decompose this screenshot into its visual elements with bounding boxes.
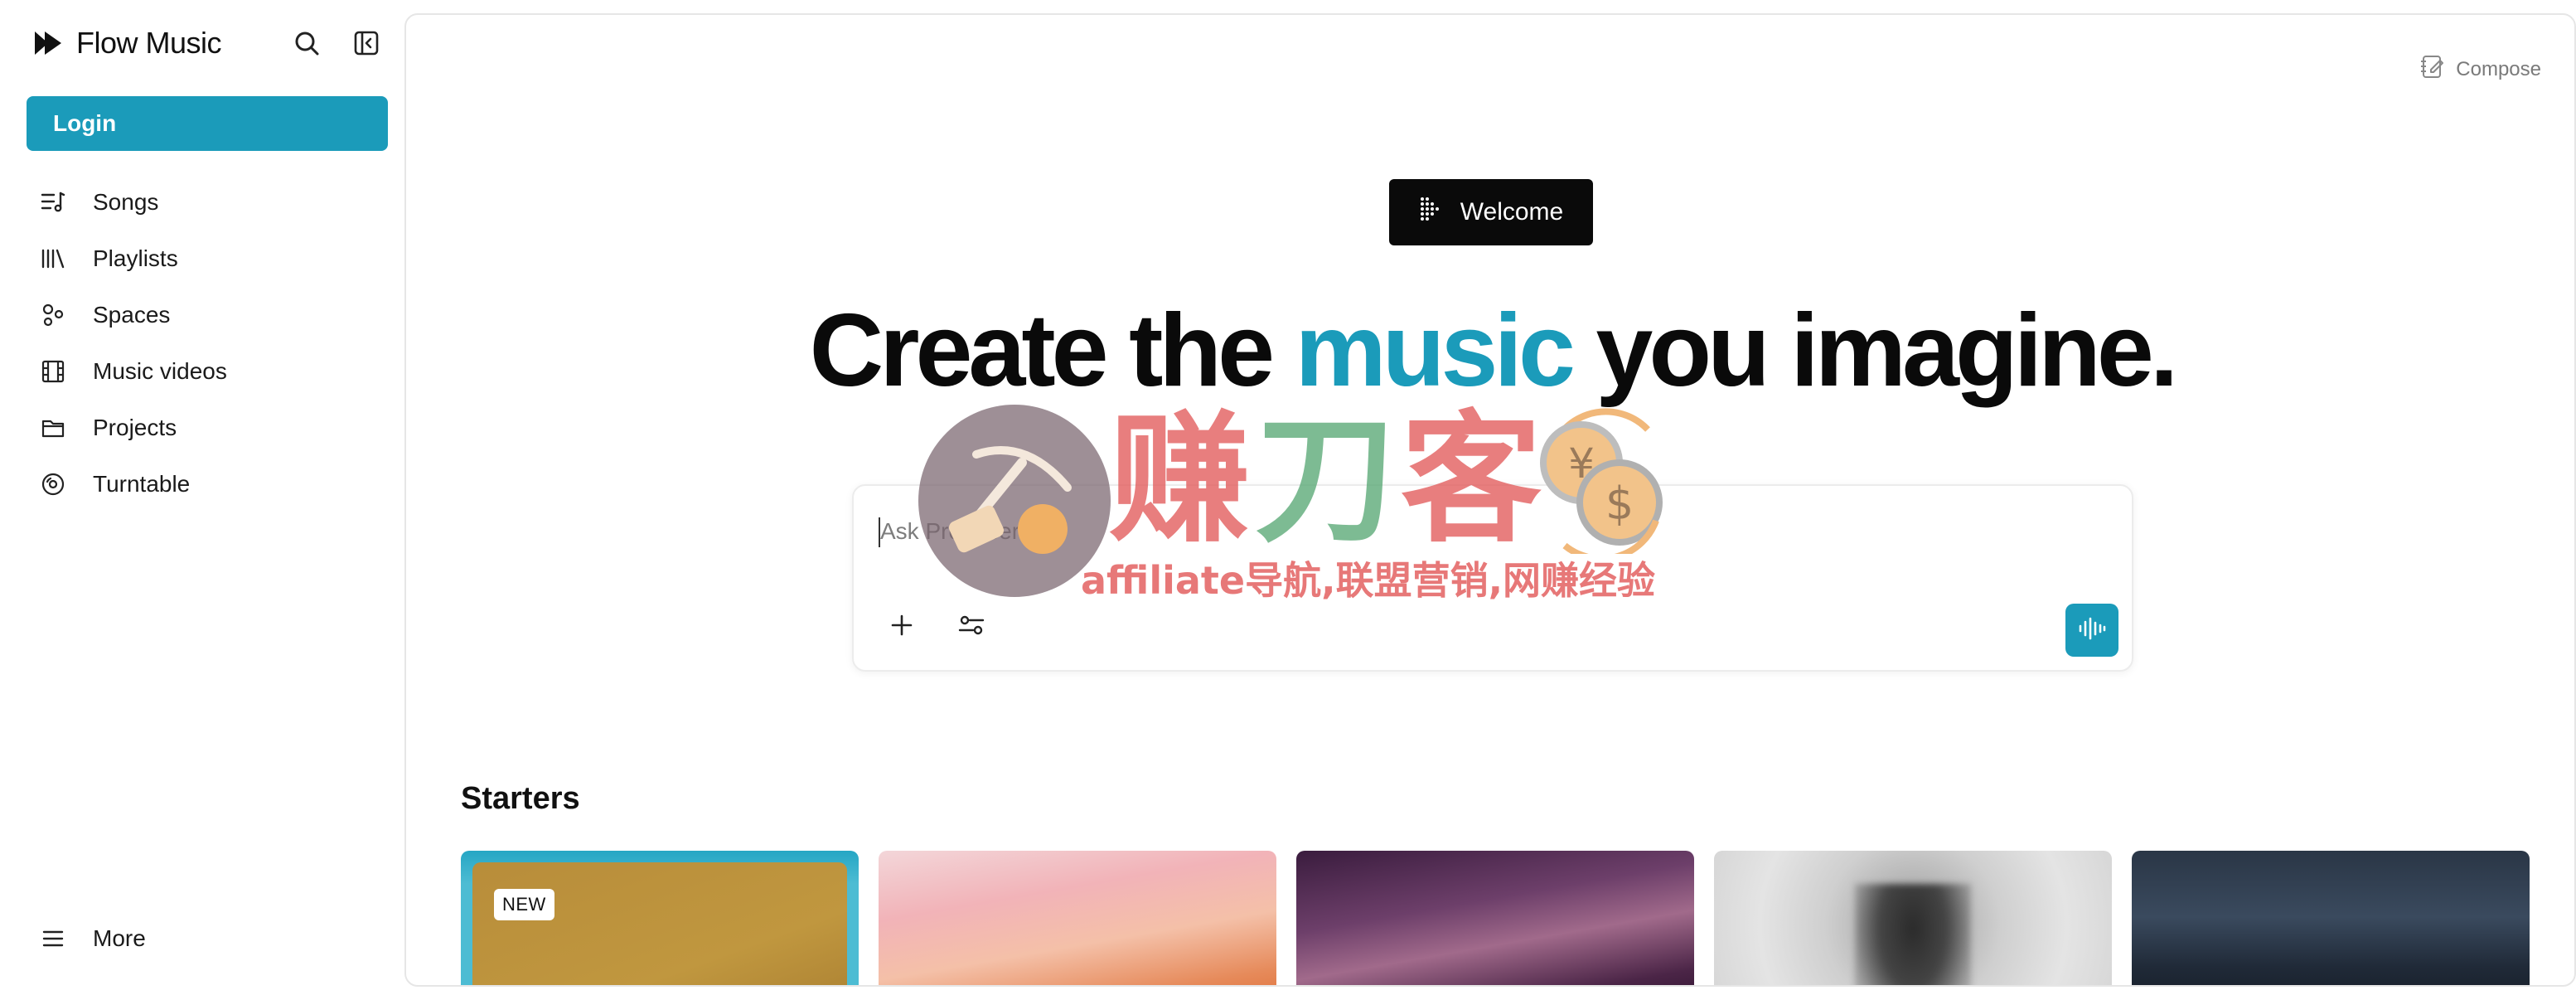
starter-card[interactable]: NEW (461, 851, 859, 985)
starters-title: Starters (461, 781, 580, 816)
compose-label: Compose (2456, 57, 2541, 80)
starter-card[interactable] (879, 851, 1276, 985)
card-artwork (472, 862, 847, 985)
sidebar-item-playlists[interactable]: Playlists (27, 231, 388, 287)
sidebar-item-label: Turntable (93, 471, 191, 497)
more-label: More (93, 925, 146, 951)
prompt-box (852, 484, 2133, 672)
starter-cards: NEW (461, 851, 2530, 985)
sidebar-item-projects[interactable]: Projects (27, 400, 388, 456)
brand-name[interactable]: Flow Music (76, 26, 222, 61)
voice-input-button[interactable] (2065, 604, 2118, 657)
sidebar-item-label: Music videos (93, 358, 227, 384)
login-button[interactable]: Login (27, 96, 388, 151)
dotted-play-icon (1419, 196, 1445, 229)
compose-icon (2419, 53, 2446, 85)
sidebar: Flow Music Login Songs Playlists Spaces … (0, 0, 403, 995)
sidebar-item-music-videos[interactable]: Music videos (27, 343, 388, 400)
main-panel: Compose Welcome Create the music you ima… (404, 13, 2576, 987)
collapse-sidebar-icon[interactable] (351, 28, 381, 58)
starter-card[interactable] (1296, 851, 1694, 985)
library-icon (40, 245, 66, 272)
hero-title-pre: Create the (809, 294, 1295, 408)
sidebar-item-label: Playlists (93, 245, 178, 271)
film-icon (40, 358, 66, 385)
card-artwork-figure (1855, 884, 1971, 985)
welcome-badge[interactable]: Welcome (1389, 179, 1593, 245)
hero-title-accent: music (1295, 294, 1576, 408)
sidebar-item-label: Projects (93, 415, 177, 440)
welcome-label: Welcome (1460, 198, 1564, 226)
plus-icon[interactable] (887, 610, 917, 640)
brand-row: Flow Music (33, 23, 381, 63)
sidebar-item-spaces[interactable]: Spaces (27, 287, 388, 343)
waveform-icon (2078, 616, 2106, 645)
search-icon[interactable] (292, 28, 322, 58)
flow-logo-icon[interactable] (33, 30, 66, 56)
hero-title-post: you imagine. (1571, 294, 2178, 408)
sidebar-nav: Songs Playlists Spaces Music videos Proj… (27, 174, 388, 512)
sidebar-item-label: Songs (93, 189, 159, 215)
folder-icon (40, 415, 66, 441)
sidebar-item-more[interactable]: More (27, 912, 388, 965)
spaces-icon (40, 302, 66, 328)
new-badge: NEW (494, 889, 554, 920)
starter-card[interactable] (1714, 851, 2112, 985)
menu-icon (40, 925, 66, 952)
songs-icon (40, 189, 66, 216)
sidebar-item-label: Spaces (93, 302, 171, 328)
sidebar-item-turntable[interactable]: Turntable (27, 456, 388, 512)
ask-producer-input[interactable] (879, 511, 1956, 552)
hero-title: Create the music you imagine. (406, 289, 2574, 413)
sidebar-item-songs[interactable]: Songs (27, 174, 388, 231)
compose-button[interactable]: Compose (2419, 53, 2541, 85)
starter-card[interactable] (2132, 851, 2530, 985)
disc-icon (40, 471, 66, 498)
settings-sliders-icon[interactable] (956, 610, 986, 640)
